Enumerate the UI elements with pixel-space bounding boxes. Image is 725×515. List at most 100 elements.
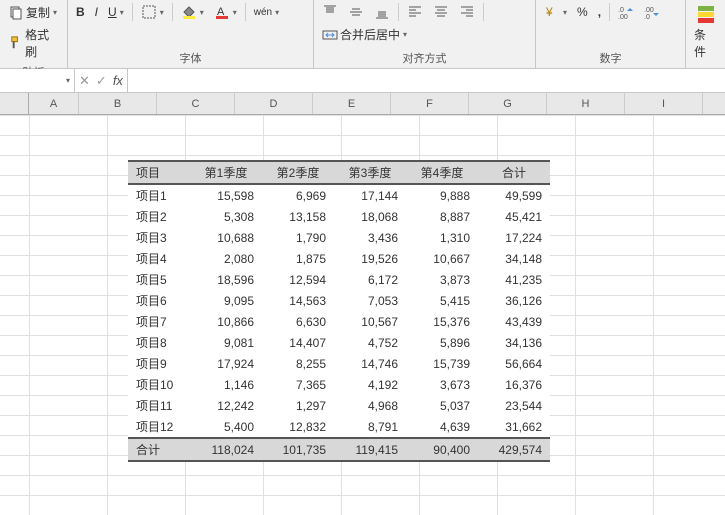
row-label[interactable]: 项目11 bbox=[128, 395, 190, 416]
row-label[interactable]: 项目12 bbox=[128, 416, 190, 438]
row-label[interactable]: 项目3 bbox=[128, 227, 190, 248]
underline-button[interactable]: U▾ bbox=[104, 3, 128, 21]
cell-value[interactable]: 1,790 bbox=[262, 227, 334, 248]
cell-value[interactable]: 49,599 bbox=[478, 184, 550, 206]
column-header[interactable]: H bbox=[547, 93, 625, 114]
cell-value[interactable]: 3,436 bbox=[334, 227, 406, 248]
cell-value[interactable]: 5,415 bbox=[406, 290, 478, 311]
row-label[interactable]: 项目9 bbox=[128, 353, 190, 374]
cell-value[interactable]: 10,667 bbox=[406, 248, 478, 269]
bold-button[interactable]: B bbox=[72, 3, 89, 21]
cell-value[interactable]: 56,664 bbox=[478, 353, 550, 374]
fill-color-button[interactable]: ▾ bbox=[177, 2, 208, 22]
cell-value[interactable]: 10,688 bbox=[190, 227, 262, 248]
align-center-button[interactable] bbox=[429, 2, 453, 22]
cell-value[interactable]: 4,192 bbox=[334, 374, 406, 395]
cell-value[interactable]: 12,832 bbox=[262, 416, 334, 438]
cell-value[interactable]: 5,400 bbox=[190, 416, 262, 438]
fx-button[interactable]: fx bbox=[113, 73, 123, 88]
column-header[interactable]: F bbox=[391, 93, 469, 114]
cell-value[interactable]: 43,439 bbox=[478, 311, 550, 332]
column-header[interactable]: B bbox=[79, 93, 157, 114]
italic-button[interactable]: I bbox=[91, 3, 102, 21]
cell-value[interactable]: 8,887 bbox=[406, 206, 478, 227]
cell-value[interactable]: 3,873 bbox=[406, 269, 478, 290]
name-box[interactable]: ▾ bbox=[0, 69, 75, 92]
sheet-grid[interactable]: 项目第1季度第2季度第3季度第4季度合计 项目115,5986,96917,14… bbox=[0, 115, 725, 515]
copy-button[interactable]: 复制 ▾ bbox=[4, 2, 61, 23]
cell-value[interactable]: 1,875 bbox=[262, 248, 334, 269]
cell-value[interactable]: 4,639 bbox=[406, 416, 478, 438]
cell-value[interactable]: 9,095 bbox=[190, 290, 262, 311]
cell-value[interactable]: 23,544 bbox=[478, 395, 550, 416]
cell-value[interactable]: 15,739 bbox=[406, 353, 478, 374]
cell-value[interactable]: 14,407 bbox=[262, 332, 334, 353]
cell-value[interactable]: 2,080 bbox=[190, 248, 262, 269]
column-header[interactable]: D bbox=[235, 93, 313, 114]
cell-value[interactable]: 34,136 bbox=[478, 332, 550, 353]
cell-value[interactable]: 17,924 bbox=[190, 353, 262, 374]
cell-value[interactable]: 12,594 bbox=[262, 269, 334, 290]
increase-decimal-button[interactable]: .0.00 bbox=[614, 2, 638, 22]
cell-value[interactable]: 5,037 bbox=[406, 395, 478, 416]
cell-value[interactable]: 5,896 bbox=[406, 332, 478, 353]
select-all-corner[interactable] bbox=[0, 93, 29, 114]
row-label[interactable]: 项目1 bbox=[128, 184, 190, 206]
cell-value[interactable]: 1,146 bbox=[190, 374, 262, 395]
cell-value[interactable]: 4,752 bbox=[334, 332, 406, 353]
cell-value[interactable]: 7,365 bbox=[262, 374, 334, 395]
row-label[interactable]: 项目6 bbox=[128, 290, 190, 311]
align-left-button[interactable] bbox=[403, 2, 427, 22]
cell-value[interactable]: 34,148 bbox=[478, 248, 550, 269]
align-top-button[interactable] bbox=[318, 2, 342, 22]
cell-value[interactable]: 18,068 bbox=[334, 206, 406, 227]
align-bottom-button[interactable] bbox=[370, 2, 394, 22]
cell-value[interactable]: 17,224 bbox=[478, 227, 550, 248]
cell-value[interactable]: 6,969 bbox=[262, 184, 334, 206]
column-header[interactable]: C bbox=[157, 93, 235, 114]
cell-value[interactable]: 41,235 bbox=[478, 269, 550, 290]
cell-value[interactable]: 17,144 bbox=[334, 184, 406, 206]
column-header[interactable]: G bbox=[469, 93, 547, 114]
cell-value[interactable]: 31,662 bbox=[478, 416, 550, 438]
cell-value[interactable]: 10,866 bbox=[190, 311, 262, 332]
cell-value[interactable]: 8,791 bbox=[334, 416, 406, 438]
cell-value[interactable]: 10,567 bbox=[334, 311, 406, 332]
cell-value[interactable]: 15,376 bbox=[406, 311, 478, 332]
column-header[interactable]: I bbox=[625, 93, 703, 114]
border-button[interactable]: ▾ bbox=[137, 2, 168, 22]
cell-value[interactable]: 6,172 bbox=[334, 269, 406, 290]
percent-button[interactable]: % bbox=[573, 3, 592, 21]
cell-value[interactable]: 36,126 bbox=[478, 290, 550, 311]
cell-value[interactable]: 4,968 bbox=[334, 395, 406, 416]
align-middle-button[interactable] bbox=[344, 2, 368, 22]
cell-value[interactable]: 8,255 bbox=[262, 353, 334, 374]
merge-center-button[interactable]: 合并后居中 ▾ bbox=[318, 24, 411, 45]
cell-value[interactable]: 14,563 bbox=[262, 290, 334, 311]
font-color-button[interactable]: A▾ bbox=[210, 2, 241, 22]
cell-value[interactable]: 18,596 bbox=[190, 269, 262, 290]
comma-button[interactable]: , bbox=[594, 3, 605, 21]
format-painter-button[interactable]: 格式刷 bbox=[4, 24, 63, 62]
cell-value[interactable]: 9,081 bbox=[190, 332, 262, 353]
row-label[interactable]: 项目5 bbox=[128, 269, 190, 290]
cell-value[interactable]: 7,053 bbox=[334, 290, 406, 311]
cell-value[interactable]: 3,673 bbox=[406, 374, 478, 395]
cell-value[interactable]: 6,630 bbox=[262, 311, 334, 332]
cancel-icon[interactable]: ✕ bbox=[79, 73, 90, 89]
row-label[interactable]: 项目10 bbox=[128, 374, 190, 395]
row-label[interactable]: 项目4 bbox=[128, 248, 190, 269]
decrease-decimal-button[interactable]: .00.0 bbox=[640, 2, 664, 22]
row-label[interactable]: 项目8 bbox=[128, 332, 190, 353]
align-right-button[interactable] bbox=[455, 2, 479, 22]
currency-button[interactable]: ¥▾ bbox=[540, 2, 571, 22]
enter-icon[interactable]: ✓ bbox=[96, 73, 107, 89]
phonetic-button[interactable]: wén▾ bbox=[250, 5, 283, 20]
cell-value[interactable]: 13,158 bbox=[262, 206, 334, 227]
conditional-format-button[interactable]: 条件 bbox=[690, 2, 721, 62]
cell-value[interactable]: 45,421 bbox=[478, 206, 550, 227]
cell-value[interactable]: 5,308 bbox=[190, 206, 262, 227]
cell-value[interactable]: 14,746 bbox=[334, 353, 406, 374]
row-label[interactable]: 项目7 bbox=[128, 311, 190, 332]
column-header[interactable]: E bbox=[313, 93, 391, 114]
